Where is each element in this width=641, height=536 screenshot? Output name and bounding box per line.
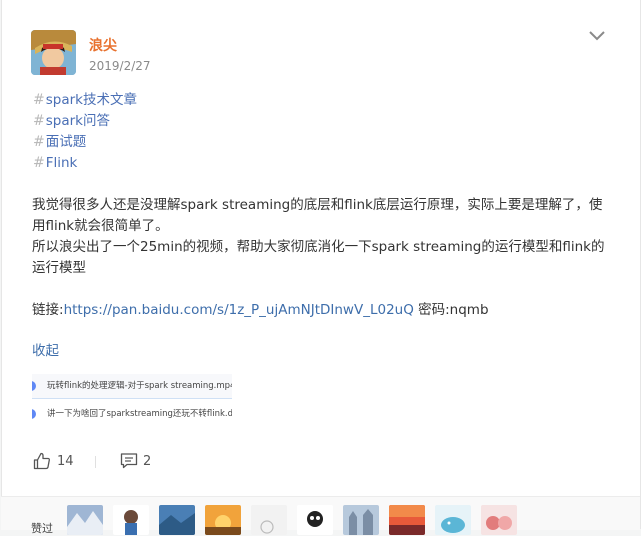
- liker-avatar[interactable]: [205, 505, 241, 535]
- action-divider: [95, 456, 96, 468]
- liker-avatar[interactable]: [481, 505, 517, 535]
- likes-label: 赞过: [31, 522, 53, 535]
- link-prefix: 链接:: [32, 302, 64, 318]
- hash-icon: #: [33, 113, 45, 129]
- liker-avatar[interactable]: [343, 505, 379, 535]
- topic-tag[interactable]: #spark问答: [33, 111, 137, 132]
- liker-avatar[interactable]: [251, 505, 287, 535]
- share-link-line: 链接:https://pan.baidu.com/s/1z_P_ujAmNJtD…: [32, 300, 489, 321]
- topic-label: spark问答: [45, 113, 110, 129]
- author-name[interactable]: 浪尖: [89, 35, 117, 55]
- post-paragraph: 我觉得很多人还是没理解spark streaming的底层和flink底层运行原…: [32, 197, 603, 234]
- topic-list: #spark技术文章 #spark问答 #面试题 #Flink: [33, 90, 137, 174]
- chevron-down-icon[interactable]: [587, 28, 607, 44]
- hash-icon: #: [33, 92, 45, 108]
- topic-label: spark技术文章: [45, 92, 137, 108]
- attachment-item[interactable]: 讲一下为啥回了sparkstreaming还玩不转flink.docx: [32, 402, 232, 426]
- liker-avatar[interactable]: [297, 505, 333, 535]
- topic-tag[interactable]: #面试题: [33, 132, 137, 153]
- liker-avatar[interactable]: [159, 505, 195, 535]
- avatar-image: [31, 30, 76, 75]
- liker-avatar[interactable]: [435, 505, 471, 535]
- topic-tag[interactable]: #spark技术文章: [33, 90, 137, 111]
- comment-count: 2: [143, 454, 152, 469]
- hash-icon: #: [33, 134, 45, 150]
- liker-avatar[interactable]: [67, 505, 103, 535]
- attachment-name: 玩转flink的处理逻辑-对于spark streaming.mp4: [47, 381, 232, 391]
- thumbs-up-icon: [33, 452, 50, 470]
- file-icon: [32, 381, 36, 391]
- password-text: 密码:nqmb: [413, 302, 489, 318]
- post-paragraph: 所以浪尖出了一个25min的视频，帮助大家彻底消化一下spark streami…: [32, 239, 605, 276]
- collapse-link[interactable]: 收起: [32, 339, 59, 359]
- file-icon: [32, 409, 36, 419]
- liker-avatar[interactable]: [113, 505, 149, 535]
- share-link[interactable]: https://pan.baidu.com/s/1z_P_ujAmNJtDInw…: [64, 302, 414, 318]
- attachment-name: 讲一下为啥回了sparkstreaming还玩不转flink.docx: [47, 409, 232, 419]
- like-count: 14: [57, 454, 74, 469]
- comment-button[interactable]: 2: [120, 451, 160, 473]
- topic-tag[interactable]: #Flink: [33, 153, 137, 174]
- author-avatar[interactable]: [31, 30, 76, 75]
- like-button[interactable]: 14: [33, 451, 93, 473]
- post-date: 2019/2/27: [89, 59, 151, 73]
- topic-label: 面试题: [45, 134, 87, 150]
- comment-icon: [120, 453, 138, 469]
- topic-label: Flink: [45, 155, 78, 171]
- hash-icon: #: [33, 155, 45, 171]
- liker-avatar[interactable]: [389, 505, 425, 535]
- attachment-item[interactable]: 玩转flink的处理逻辑-对于spark streaming.mp4: [32, 374, 232, 399]
